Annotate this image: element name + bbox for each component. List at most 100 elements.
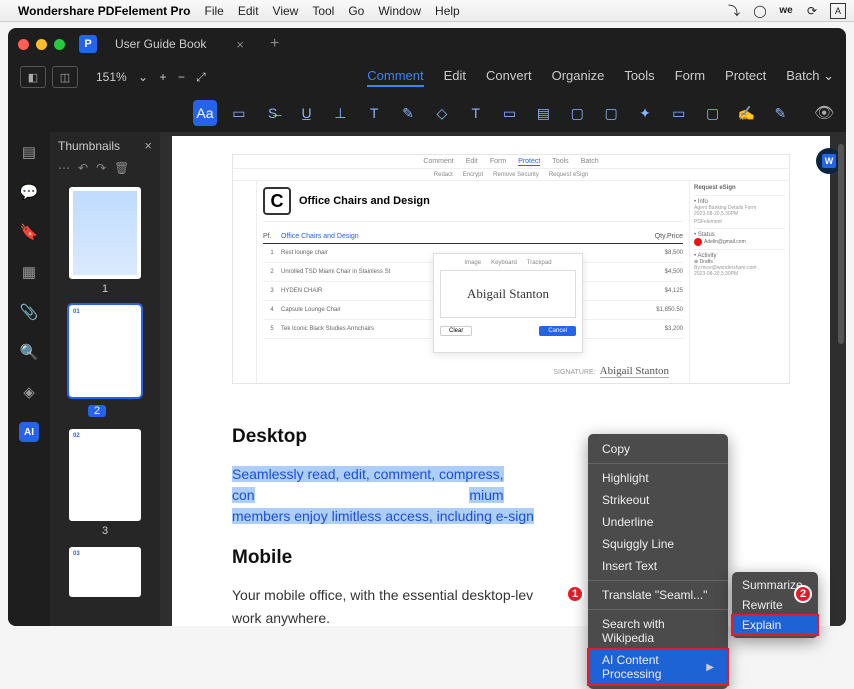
sidebar-toggle-icon[interactable]: ◧ <box>20 66 46 88</box>
zoom-fit-icon[interactable]: ⤢ <box>196 70 206 84</box>
tab-convert[interactable]: Convert <box>486 68 532 87</box>
page-number: 1 <box>60 283 150 295</box>
tab-close-icon[interactable]: × <box>236 37 244 52</box>
callout-tool-icon[interactable]: ▭ <box>498 100 522 126</box>
comments-icon[interactable]: 💬 <box>19 182 39 202</box>
pin-tool-icon[interactable]: ✦ <box>633 100 657 126</box>
thumbnail-item[interactable]: 1 <box>60 187 150 295</box>
selected-text: Seamlessly read, edit, comment, compress… <box>232 466 504 503</box>
delete-icon[interactable]: 🗑 <box>114 161 129 175</box>
chevron-down-icon: ⌄ <box>823 68 834 83</box>
sign-tool-icon[interactable]: ✎ <box>768 100 792 126</box>
highlight-tool-icon[interactable]: ▭ <box>227 100 251 126</box>
thumbnails-title: Thumbnails <box>58 139 120 153</box>
tray-icon[interactable]: ◯ <box>752 3 768 19</box>
macos-menubar: Wondershare PDFelement Pro File Edit Vie… <box>0 0 854 22</box>
zoom-in-icon[interactable]: + <box>159 70 166 84</box>
fields-icon[interactable]: ▦ <box>19 262 39 282</box>
main-tabs: Comment Edit Convert Organize Tools Form… <box>367 68 834 87</box>
page-number: 2 <box>88 405 106 417</box>
thumbnails-close-icon[interactable]: × <box>144 138 152 153</box>
ctx-squiggly[interactable]: Squiggly Line <box>588 533 728 555</box>
marker-tool-icon[interactable]: ✎ <box>396 100 420 126</box>
underline-tool-icon[interactable]: U̲ <box>295 100 319 126</box>
rotate-right-icon[interactable]: ↷ <box>96 161 106 175</box>
traffic-lights <box>18 39 65 50</box>
tray-icon[interactable]: ⟳ <box>804 3 820 19</box>
window-maximize-button[interactable] <box>54 39 65 50</box>
tab-tools[interactable]: Tools <box>624 68 654 87</box>
menu-help[interactable]: Help <box>435 4 460 18</box>
ctx-ai-content-processing[interactable]: AI Content Processing▶ <box>588 649 728 685</box>
area-tool-icon[interactable]: ▢ <box>565 100 589 126</box>
window-close-button[interactable] <box>18 39 29 50</box>
signature-dialog: Image Keyboard Trackpad Abigail Stanton … <box>433 253 583 353</box>
app-title[interactable]: Wondershare PDFelement Pro <box>18 4 191 18</box>
new-tab-button[interactable]: + <box>270 35 279 53</box>
page-number: 3 <box>60 525 150 537</box>
embedded-screenshot: Comment Edit Form Protect Tools Batch Re… <box>232 154 790 384</box>
ctx-underline[interactable]: Underline <box>588 511 728 533</box>
attachments-icon[interactable]: 📎 <box>19 302 39 322</box>
stamp-tool-icon[interactable]: ▭ <box>667 100 691 126</box>
search-icon[interactable]: 🔍 <box>19 342 39 362</box>
ctx-explain[interactable]: Explain <box>732 615 818 635</box>
thumbnails-list[interactable]: 1 01 2 02 3 03 <box>50 181 160 626</box>
tab-comment[interactable]: Comment <box>367 68 423 87</box>
ctx-wikipedia[interactable]: Search with Wikipedia <box>588 613 728 649</box>
menu-file[interactable]: File <box>205 4 224 18</box>
tab-protect[interactable]: Protect <box>725 68 766 87</box>
zoom-control[interactable]: 151% ⌄ + − ⤢ <box>92 70 210 85</box>
shape-tool-icon[interactable]: ▢ <box>599 100 623 126</box>
menubar-tray: ⤵ ◯ we ⟳ A <box>726 3 846 19</box>
view-toggle-icon[interactable]: ◫ <box>52 66 78 88</box>
thumbnail-item[interactable]: 01 2 <box>60 305 150 419</box>
bookmarks-icon[interactable]: 🔖 <box>19 222 39 242</box>
ctx-insert[interactable]: Insert Text <box>588 555 728 577</box>
text-tool-icon[interactable]: Aa <box>193 100 217 126</box>
menu-tool[interactable]: Tool <box>312 4 334 18</box>
layers-icon[interactable]: ◈ <box>19 382 39 402</box>
menu-window[interactable]: Window <box>378 4 421 18</box>
page-canvas: Comment Edit Form Protect Tools Batch Re… <box>172 136 830 626</box>
signature-tool-icon[interactable]: ✍ <box>735 100 759 126</box>
menu-go[interactable]: Go <box>348 4 364 18</box>
thumbnails-icon[interactable]: ▤ <box>19 142 39 162</box>
tab-batch[interactable]: Batch ⌄ <box>786 68 834 87</box>
tray-icon[interactable]: ⤵ <box>726 3 742 19</box>
eraser-tool-icon[interactable]: ◇ <box>430 100 454 126</box>
visibility-icon[interactable]: 👁 <box>812 103 836 123</box>
more-icon[interactable]: ⋯ <box>58 161 70 175</box>
ctx-strikeout[interactable]: Strikeout <box>588 489 728 511</box>
menu-view[interactable]: View <box>273 4 299 18</box>
ctx-translate[interactable]: Translate "Seaml..." <box>588 584 728 606</box>
caret-tool-icon[interactable]: ⊥ <box>328 100 352 126</box>
tab-organize[interactable]: Organize <box>552 68 605 87</box>
strikeout-tool-icon[interactable]: S̶ <box>261 100 285 126</box>
tray-icon[interactable]: A <box>830 3 846 19</box>
ai-icon[interactable]: AI <box>19 422 39 442</box>
zoom-dropdown-icon[interactable]: ⌄ <box>138 70 148 84</box>
document-tab[interactable]: User Guide Book × <box>105 28 254 60</box>
tab-edit[interactable]: Edit <box>444 68 466 87</box>
tray-icon[interactable]: we <box>778 3 794 19</box>
menu-edit[interactable]: Edit <box>238 4 259 18</box>
ctx-highlight[interactable]: Highlight <box>588 467 728 489</box>
body-text: Your mobile office, with the essential d… <box>232 587 533 603</box>
callout-2: 2 <box>794 585 812 603</box>
thumbnail-item[interactable]: 03 <box>60 547 150 597</box>
ctx-copy[interactable]: Copy <box>588 438 728 460</box>
selected-text: mium <box>469 487 503 503</box>
window-minimize-button[interactable] <box>36 39 47 50</box>
text-tool2-icon[interactable]: T <box>362 100 386 126</box>
zoom-out-icon[interactable]: − <box>178 70 185 84</box>
rotate-left-icon[interactable]: ↶ <box>78 161 88 175</box>
text-box-icon[interactable]: T <box>464 100 488 126</box>
tab-form[interactable]: Form <box>675 68 705 87</box>
signature-preview: Abigail Stanton <box>440 270 576 318</box>
scrollbar[interactable] <box>838 144 844 344</box>
attachment-tool-icon[interactable]: ▢ <box>701 100 725 126</box>
document-viewport[interactable]: Comment Edit Form Protect Tools Batch Re… <box>160 132 846 626</box>
thumbnail-item[interactable]: 02 3 <box>60 429 150 537</box>
note-tool-icon[interactable]: ▤ <box>531 100 555 126</box>
